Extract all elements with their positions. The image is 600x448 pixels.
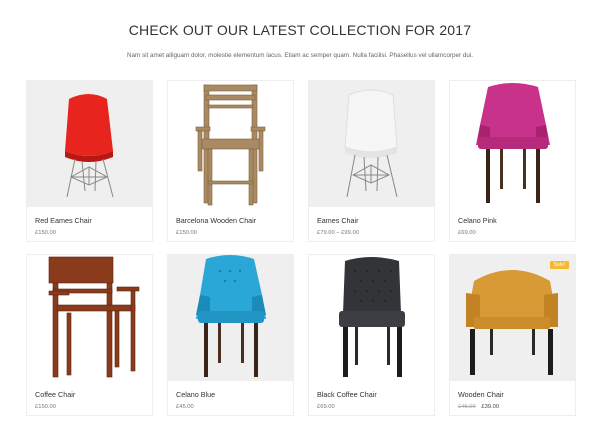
product-card[interactable]: Eames Chair £79.00 – £99.00	[308, 80, 435, 242]
product-card[interactable]: Sale! Wooden Chair £45.00 £39.00	[449, 254, 576, 416]
price-value: £69.00	[317, 404, 335, 410]
product-price: £69.00	[317, 404, 335, 410]
section-subtitle: Nam sit amet alliguam dolor, molestie el…	[126, 52, 474, 59]
product-name[interactable]: Red Eames Chair	[35, 216, 92, 225]
product-card[interactable]: Black Coffee Chair £69.00	[308, 254, 435, 416]
product-price: £150.00	[35, 404, 56, 410]
product-name[interactable]: Barcelona Wooden Chair	[176, 216, 256, 225]
product-grid: Red Eames Chair £150.00 Barcelona Wooden…	[26, 80, 576, 416]
product-image-black-coffee-chair[interactable]	[309, 255, 434, 381]
product-image-barcelona-wooden-chair[interactable]	[168, 81, 293, 207]
price-value: £150.00	[35, 404, 56, 410]
product-image-coffee-chair[interactable]	[27, 255, 152, 381]
product-image-celano-blue[interactable]	[168, 255, 293, 381]
sale-badge: Sale!	[549, 261, 569, 269]
product-card[interactable]: Celano Blue £45.00	[167, 254, 294, 416]
product-price: £45.00 £39.00	[458, 404, 499, 410]
product-price: £150.00	[35, 230, 56, 236]
product-price: £150.00	[176, 230, 197, 236]
price-value: £150.00	[176, 230, 197, 236]
section-title: CHECK OUT OUR LATEST COLLECTION FOR 2017	[128, 22, 472, 38]
product-name[interactable]: Eames Chair	[317, 216, 359, 225]
old-price: £45.00	[458, 404, 476, 410]
product-price: £79.00 – £99.00	[317, 230, 359, 236]
product-card[interactable]: Celano Pink £69.00	[449, 80, 576, 242]
product-card[interactable]: Barcelona Wooden Chair £150.00	[167, 80, 294, 242]
product-image-wooden-chair[interactable]: Sale!	[450, 255, 575, 381]
price-value: £45.00	[176, 404, 194, 410]
price-value: £150.00	[35, 230, 56, 236]
product-name[interactable]: Wooden Chair	[458, 390, 504, 399]
price-value: £39.00	[481, 404, 500, 410]
product-name[interactable]: Black Coffee Chair	[317, 390, 377, 399]
product-name[interactable]: Coffee Chair	[35, 390, 75, 399]
product-name[interactable]: Celano Pink	[458, 216, 497, 225]
product-image-celano-pink[interactable]	[450, 81, 575, 207]
price-value: £79.00 – £99.00	[317, 230, 359, 236]
product-price: £45.00	[176, 404, 194, 410]
product-name[interactable]: Celano Blue	[176, 390, 215, 399]
price-value: £69.00	[458, 230, 476, 236]
product-card[interactable]: Coffee Chair £150.00	[26, 254, 153, 416]
product-image-red-eames-chair[interactable]	[27, 81, 152, 207]
product-image-eames-chair[interactable]	[309, 81, 434, 207]
product-price: £69.00	[458, 230, 476, 236]
product-card[interactable]: Red Eames Chair £150.00	[26, 80, 153, 242]
